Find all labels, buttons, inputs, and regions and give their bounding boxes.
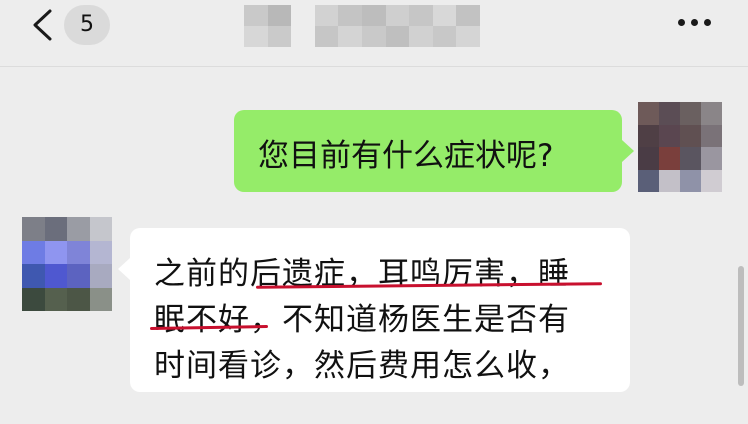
message-line-2: 眠不好，不知道杨医生是否有	[154, 302, 570, 338]
unread-count-badge[interactable]: 5	[64, 5, 110, 45]
sender-avatar[interactable]	[22, 217, 112, 311]
message-text: 您目前有什么症状呢?	[258, 138, 554, 174]
contact-name-pixelated	[244, 5, 480, 47]
message-line-3: 时间看诊，然后费用怎么收，	[154, 348, 570, 384]
outgoing-message-bubble[interactable]: 您目前有什么症状呢?	[234, 110, 634, 192]
chat-header: 5	[0, 0, 748, 67]
incoming-message-bubble[interactable]: 之前的后遗症，耳鸣厉害，睡 眠不好，不知道杨医生是否有 时间看诊，然后费用怎么收…	[118, 228, 630, 392]
scrollbar[interactable]	[738, 266, 744, 386]
more-dots-icon[interactable]	[676, 18, 714, 28]
my-avatar[interactable]	[638, 102, 722, 192]
chevron-left-icon[interactable]	[28, 8, 58, 42]
